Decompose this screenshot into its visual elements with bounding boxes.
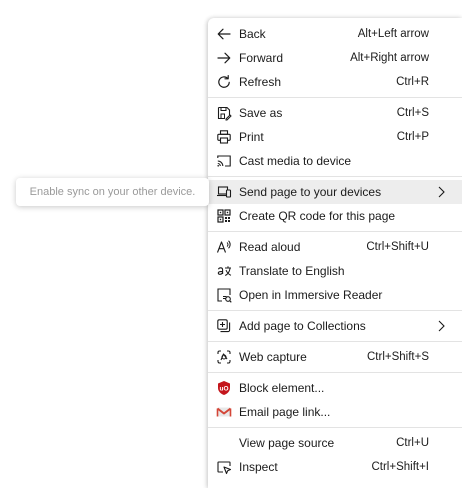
- cast-icon: [216, 153, 232, 169]
- forward-arrow-icon: [216, 50, 232, 66]
- menu-item-label: Back: [239, 27, 266, 41]
- menu-item-back[interactable]: Back Alt+Left arrow: [208, 22, 462, 46]
- menu-item-shortcut: Ctrl+P: [396, 131, 429, 143]
- menu-separator: [208, 372, 462, 373]
- printer-icon: [216, 129, 232, 145]
- menu-item-forward[interactable]: Forward Alt+Right arrow: [208, 46, 462, 70]
- send-to-devices-icon: [216, 184, 232, 200]
- menu-item-label: Open in Immersive Reader: [239, 288, 383, 302]
- qr-code-icon: [216, 208, 232, 224]
- menu-item-shortcut: Alt+Left arrow: [357, 28, 429, 40]
- menu-item-shortcut: Ctrl+R: [396, 76, 429, 88]
- menu-item-label: Email page link...: [239, 405, 331, 419]
- sync-tooltip: Enable sync on your other device.: [16, 178, 209, 206]
- menu-item-shortcut: Alt+Right arrow: [350, 52, 429, 64]
- menu-item-label: Send page to your devices: [239, 185, 382, 199]
- menu-item-inspect[interactable]: Inspect Ctrl+Shift+I: [208, 455, 462, 479]
- back-arrow-icon: [216, 26, 232, 42]
- chevron-right-icon: [436, 319, 446, 333]
- menu-item-label: Translate to English: [239, 264, 345, 278]
- menu-separator: [208, 341, 462, 342]
- menu-item-shortcut: Ctrl+Shift+S: [367, 351, 429, 363]
- menu-item-label: Refresh: [239, 75, 282, 89]
- ublock-icon: uO: [216, 380, 232, 396]
- menu-item-web-capture[interactable]: Web capture Ctrl+Shift+S: [208, 345, 462, 369]
- menu-item-shortcut: Ctrl+Shift+I: [371, 461, 429, 473]
- menu-item-view-page-source[interactable]: View page source Ctrl+U: [208, 431, 462, 455]
- tooltip-text: Enable sync on your other device.: [29, 186, 196, 198]
- menu-item-shortcut: Ctrl+U: [396, 437, 429, 449]
- web-capture-icon: [216, 349, 232, 365]
- menu-item-label: Print: [239, 130, 264, 144]
- menu-item-refresh[interactable]: Refresh Ctrl+R: [208, 70, 462, 94]
- menu-item-save-as[interactable]: Save as Ctrl+S: [208, 101, 462, 125]
- menu-item-translate[interactable]: Translate to English: [208, 259, 462, 283]
- menu-item-add-to-collections[interactable]: Add page to Collections: [208, 314, 462, 338]
- read-aloud-icon: [216, 239, 232, 255]
- menu-item-send-page-to-devices[interactable]: Send page to your devices: [208, 180, 462, 204]
- menu-item-label: Block element...: [239, 381, 325, 395]
- collections-icon: [216, 318, 232, 334]
- menu-separator: [208, 231, 462, 232]
- menu-item-immersive-reader[interactable]: Open in Immersive Reader: [208, 283, 462, 307]
- menu-item-print[interactable]: Print Ctrl+P: [208, 125, 462, 149]
- menu-item-cast-media[interactable]: Cast media to device: [208, 149, 462, 173]
- menu-item-read-aloud[interactable]: Read aloud Ctrl+Shift+U: [208, 235, 462, 259]
- context-menu: Back Alt+Left arrow Forward Alt+Right ar…: [208, 18, 462, 488]
- svg-text:uO: uO: [219, 386, 228, 393]
- menu-item-create-qr-code[interactable]: Create QR code for this page: [208, 204, 462, 228]
- menu-item-label: Inspect: [239, 460, 278, 474]
- menu-separator: [208, 427, 462, 428]
- menu-item-email-page-link[interactable]: Email page link...: [208, 400, 462, 424]
- menu-item-label: Forward: [239, 51, 284, 65]
- email-icon: [216, 404, 232, 420]
- menu-item-label: Create QR code for this page: [239, 209, 396, 223]
- refresh-icon: [216, 74, 232, 90]
- menu-item-label: Cast media to device: [239, 154, 352, 168]
- menu-item-shortcut: Ctrl+Shift+U: [366, 241, 429, 253]
- menu-item-label: Read aloud: [239, 240, 301, 254]
- menu-item-shortcut: Ctrl+S: [396, 107, 429, 119]
- immersive-reader-icon: [216, 287, 232, 303]
- inspect-icon: [216, 459, 232, 475]
- save-icon: [216, 105, 232, 121]
- translate-icon: [216, 263, 232, 279]
- menu-separator: [208, 97, 462, 98]
- menu-item-label: Web capture: [239, 350, 307, 364]
- menu-separator: [208, 176, 462, 177]
- menu-item-block-element[interactable]: uO Block element...: [208, 376, 462, 400]
- menu-item-label: Add page to Collections: [239, 319, 366, 333]
- chevron-right-icon: [436, 185, 446, 199]
- menu-item-label: View page source: [239, 436, 335, 450]
- menu-item-label: Save as: [239, 106, 283, 120]
- menu-separator: [208, 310, 462, 311]
